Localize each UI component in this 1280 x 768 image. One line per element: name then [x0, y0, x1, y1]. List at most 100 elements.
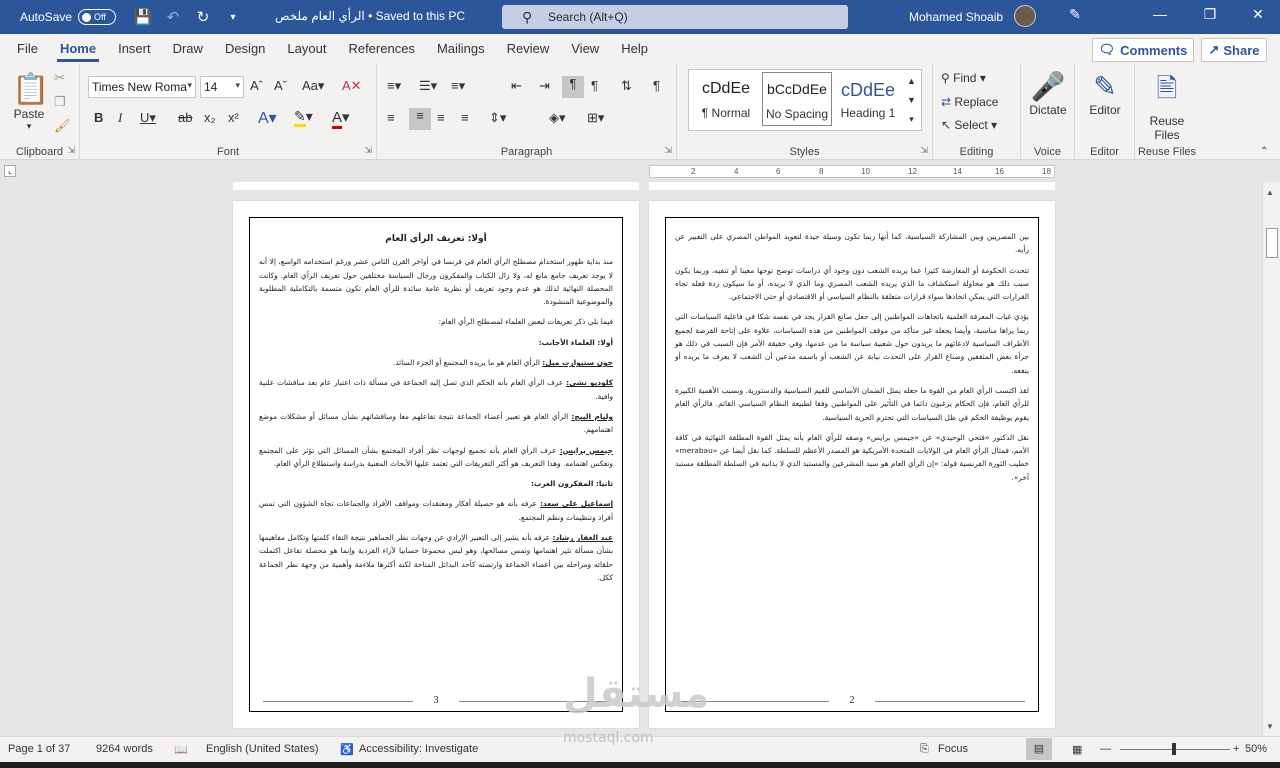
shrink-font-icon[interactable]: Aˇ [274, 78, 287, 93]
font-name-select[interactable]: Times New Roma ▾ [88, 76, 196, 98]
copy-icon[interactable]: ❐ [54, 94, 66, 110]
autosave[interactable]: AutoSave Off [20, 9, 117, 25]
reuse-label: Reuse Files [1137, 146, 1197, 158]
select-button[interactable]: ↖ Select ▾ [941, 118, 997, 132]
dictate-button[interactable]: 🎤 Dictate [1027, 70, 1069, 117]
tab-home[interactable]: Home [49, 34, 107, 64]
collapse-ribbon-icon[interactable]: ⌃ [1260, 146, 1268, 157]
user-name[interactable]: Mohamed Shoaib [909, 10, 1003, 24]
reuse-files-button[interactable]: 🖹 Reuse Files [1141, 70, 1193, 142]
customize-toolbar-icon[interactable]: ▾ [218, 12, 248, 23]
ltr-icon[interactable]: ¶ [562, 76, 584, 98]
rtl-icon[interactable]: ¶ [591, 78, 598, 93]
vertical-scrollbar[interactable]: ▲ ▼ [1262, 182, 1280, 736]
editor-button[interactable]: ✎ Editor [1083, 70, 1127, 117]
styles-scroll-icon[interactable]: ▲ ▼ ▾ [907, 72, 916, 129]
tab-layout[interactable]: Layout [276, 34, 337, 64]
tab-design[interactable]: Design [214, 34, 276, 64]
style-no-spacing[interactable]: bCcDdEe No Spacing [762, 72, 832, 126]
numbering-icon[interactable]: ☰▾ [419, 78, 437, 94]
close-icon[interactable]: ✕ [1243, 6, 1273, 23]
paste-button[interactable]: 📋 Paste ▾ [12, 72, 49, 132]
bold-icon[interactable]: B [94, 110, 103, 125]
search-box[interactable]: ⚲ Search (Alt+Q) [502, 5, 848, 29]
focus-button[interactable]: Focus [938, 743, 968, 755]
scrollbar-thumb[interactable] [1266, 228, 1278, 258]
line-spacing-icon[interactable]: ⇕▾ [489, 110, 506, 126]
font-size-select[interactable]: 14 ▾ [200, 76, 244, 98]
zoom-slider-thumb[interactable] [1172, 743, 1176, 755]
redo-icon[interactable]: ↻ [188, 8, 218, 26]
find-button[interactable]: ⚲ Find ▾ [941, 71, 986, 85]
zoom-level[interactable]: 50% [1245, 743, 1267, 755]
align-center-icon[interactable]: ≡ [409, 108, 431, 130]
strikethrough-icon[interactable]: ab [178, 110, 192, 125]
web-layout-icon[interactable]: ▦ [1072, 743, 1082, 756]
show-marks-icon[interactable]: ¶ [653, 78, 660, 93]
highlight-icon[interactable]: ✎▾ [294, 108, 313, 127]
horizontal-ruler[interactable]: 18 16 14 12 10 8 6 4 2 [649, 165, 1055, 178]
align-right-icon[interactable]: ≡ [437, 110, 445, 125]
format-painter-icon[interactable]: 🖌 [54, 118, 71, 134]
scroll-up-icon[interactable]: ▲ [1266, 188, 1274, 197]
shading-icon[interactable]: ◈▾ [549, 110, 566, 126]
tab-mailings[interactable]: Mailings [426, 34, 496, 64]
scroll-down-icon[interactable]: ▼ [1266, 722, 1274, 731]
tab-review[interactable]: Review [496, 34, 561, 64]
tab-draw[interactable]: Draw [162, 34, 214, 64]
change-case-icon[interactable]: Aa▾ [302, 78, 324, 94]
minimize-icon[interactable]: — [1145, 6, 1175, 22]
zoom-in-icon[interactable]: + [1233, 743, 1239, 755]
page-count[interactable]: Page 1 of 37 [8, 743, 70, 755]
zoom-out-icon[interactable]: — [1100, 743, 1111, 755]
page-3[interactable]: أولا: تعريف الرأي العام منذ بداية ظهور ا… [233, 201, 639, 728]
document-area[interactable]: أولا: تعريف الرأي العام منذ بداية ظهور ا… [0, 182, 1262, 736]
decrease-indent-icon[interactable]: ⇤ [511, 78, 522, 94]
avatar[interactable] [1014, 5, 1036, 27]
align-left-icon[interactable]: ≡ [387, 110, 395, 125]
tab-file[interactable]: File [6, 34, 49, 64]
text-effects-icon[interactable]: A▾ [258, 108, 277, 128]
page-2[interactable]: بين المصريين وبين المشاركة السياسية، كما… [649, 201, 1055, 728]
style-heading-1[interactable]: cDdEe Heading 1 [833, 72, 903, 126]
pen-icon[interactable]: ✎ [1060, 6, 1090, 23]
multilevel-list-icon[interactable]: ≡▾ [451, 78, 465, 94]
bullets-icon[interactable]: ≡▾ [387, 78, 401, 94]
tab-help[interactable]: Help [610, 34, 659, 64]
clipboard-launcher-icon[interactable]: ⇲ [67, 145, 75, 156]
paragraph: بين المصريين وبين المشاركة السياسية، كما… [675, 232, 1029, 255]
paragraph-launcher-icon[interactable]: ⇲ [664, 145, 672, 156]
comments-button[interactable]: 🗨 Comments [1092, 38, 1194, 62]
language[interactable]: English (United States) [206, 743, 319, 755]
tab-references[interactable]: References [337, 34, 425, 64]
increase-indent-icon[interactable]: ⇥ [539, 78, 550, 94]
sort-icon[interactable]: ⇅ [621, 78, 632, 94]
justify-icon[interactable]: ≡ [461, 110, 469, 125]
save-icon[interactable]: 💾 [128, 8, 158, 26]
styles-launcher-icon[interactable]: ⇲ [920, 145, 928, 156]
paragraph: فيما يلي ذكر تعريفات لبعض العلماء لمصطلح… [438, 317, 613, 327]
font-launcher-icon[interactable]: ⇲ [364, 145, 372, 156]
tab-view[interactable]: View [560, 34, 610, 64]
font-color-icon[interactable]: A▾ [332, 108, 350, 129]
style-normal[interactable]: cDdEe ¶ Normal [691, 72, 761, 126]
italic-icon[interactable]: I [118, 110, 122, 126]
undo-icon[interactable]: ↶ [158, 8, 188, 26]
print-layout-icon[interactable]: ▤ [1026, 738, 1052, 760]
tab-selector-icon[interactable]: ⌞ [4, 165, 16, 177]
clear-format-icon[interactable]: A✕ [342, 78, 362, 94]
share-button[interactable]: ↗ Share [1201, 38, 1267, 62]
underline-icon[interactable]: U▾ [140, 110, 156, 126]
cut-icon[interactable]: ✂ [54, 70, 65, 86]
superscript-icon[interactable]: x² [228, 110, 239, 125]
proofing-icon[interactable]: 📖 [174, 743, 188, 756]
tab-insert[interactable]: Insert [107, 34, 162, 64]
grow-font-icon[interactable]: Aˆ [250, 78, 263, 93]
restore-icon[interactable]: ❐ [1195, 6, 1225, 23]
subscript-icon[interactable]: x₂ [204, 110, 216, 125]
accessibility-status[interactable]: Accessibility: Investigate [359, 743, 478, 755]
word-count[interactable]: 9264 words [96, 743, 153, 755]
replace-button[interactable]: ⇄ Replace [941, 95, 998, 109]
autosave-toggle[interactable]: Off [78, 9, 117, 25]
borders-icon[interactable]: ⊞▾ [587, 110, 604, 126]
